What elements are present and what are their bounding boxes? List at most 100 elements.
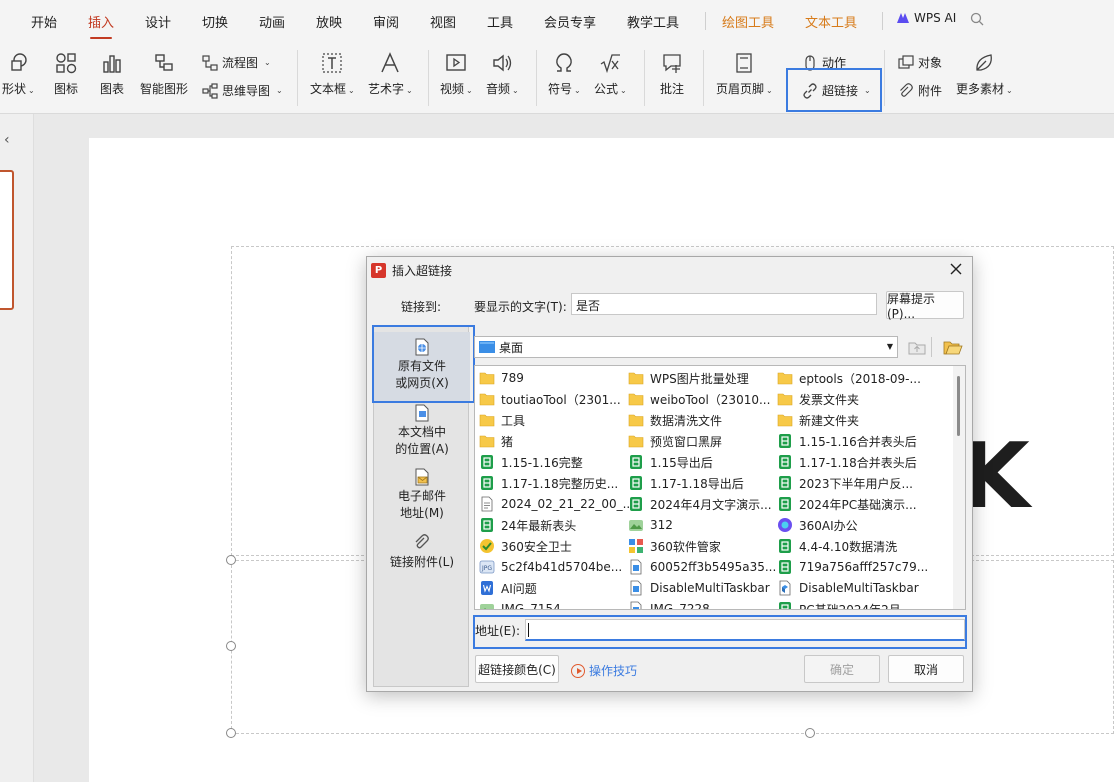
link-attachment[interactable]: 链接附件(L) <box>374 534 470 574</box>
file-item[interactable]: 360AI办公 <box>777 515 858 535</box>
audio-button[interactable]: 音频 ⌄ <box>486 52 519 97</box>
attachment-button[interactable]: 附件 <box>898 82 942 99</box>
ok-button[interactable]: 确定 <box>804 655 880 683</box>
folder-item[interactable]: 789 <box>479 368 524 388</box>
textbox-label: 文本框 <box>310 82 347 96</box>
folder-item[interactable]: 新建文件夹 <box>777 410 859 430</box>
file-list[interactable]: 789 WPS图片批量处理 eptools（2018-09-... toutiaoTo… <box>474 365 966 610</box>
file-item[interactable]: 1.15导出后 <box>628 452 713 472</box>
icon-button[interactable]: 图标 <box>54 52 78 97</box>
hyperlink-color-button[interactable]: 超链接颜色(C) <box>475 655 559 683</box>
more-material-button[interactable]: 更多素材 ⌄ <box>956 52 1013 97</box>
folder-item[interactable]: 预览窗口黑屏 <box>628 431 722 451</box>
operation-tips-link[interactable]: 操作技巧 <box>571 662 637 679</box>
file-item[interactable]: JPG 5c2f4b41d5704be... <box>479 557 622 577</box>
wps-ai-button[interactable]: WPS AI <box>896 11 956 25</box>
file-item[interactable]: DisableMultiTaskbar <box>777 578 919 598</box>
file-item[interactable]: 360安全卫士 <box>479 536 572 556</box>
display-text-input[interactable]: 是否 <box>571 293 877 315</box>
tab-tools[interactable]: 工具 <box>487 12 513 31</box>
tab-start[interactable]: 开始 <box>31 12 57 31</box>
shape-button[interactable]: 形状 ⌄ <box>2 52 35 97</box>
textbox-button[interactable]: 文本框 ⌄ <box>310 52 355 97</box>
search-icon[interactable] <box>970 12 984 26</box>
tab-drawing-tools[interactable]: 绘图工具 <box>722 12 774 31</box>
sheet-icon <box>630 455 642 469</box>
formula-button[interactable]: 公式 ⌄ <box>594 52 627 97</box>
file-item[interactable]: 60052ff3b5495a35... <box>628 557 776 577</box>
tab-slideshow[interactable]: 放映 <box>316 12 342 31</box>
resize-handle[interactable] <box>226 641 236 651</box>
folder-item[interactable]: WPS图片批量处理 <box>628 368 749 388</box>
screen-tip-button[interactable]: 屏幕提示(P)... <box>886 291 964 321</box>
scrollbar-thumb[interactable] <box>957 376 960 436</box>
comment-button[interactable]: 批注 <box>660 52 684 97</box>
cancel-button[interactable]: 取消 <box>888 655 964 683</box>
file-item[interactable]: 2024_02_21_22_00_... <box>479 494 634 514</box>
link-email-address[interactable]: 电子邮件 地址(M) <box>374 468 470 528</box>
operation-tips-label: 操作技巧 <box>589 664 638 678</box>
chart-button[interactable]: 图表 <box>100 52 124 97</box>
file-item[interactable]: 1.17-1.18合并表头后 <box>777 452 917 472</box>
symbol-button[interactable]: 符号 ⌄ <box>548 52 581 97</box>
file-name: 1.17-1.18完整历史... <box>501 476 619 491</box>
close-icon[interactable] <box>948 261 964 277</box>
file-item[interactable]: 1.17-1.18导出后 <box>628 473 744 493</box>
file-item[interactable]: 360软件管家 <box>628 536 721 556</box>
tab-insert[interactable]: 插入 <box>88 12 114 39</box>
tab-teaching-tools[interactable]: 教学工具 <box>627 12 679 31</box>
slide-thumbnail[interactable] <box>0 170 14 310</box>
tab-view[interactable]: 视图 <box>430 12 456 31</box>
object-button[interactable]: 对象 <box>898 54 942 71</box>
file-item[interactable]: AI问题 <box>479 578 537 598</box>
file-list-scrollbar[interactable] <box>953 366 965 609</box>
header-footer-button[interactable]: 页眉页脚 ⌄ <box>716 52 773 97</box>
file-item[interactable]: 1.15-1.16合并表头后 <box>777 431 917 451</box>
file-item[interactable]: 2024年PC基础演示... <box>777 494 917 514</box>
folder-item[interactable]: eptools（2018-09-... <box>777 368 921 388</box>
folder-item[interactable]: toutiaoTool（2301... <box>479 389 621 409</box>
file-item[interactable]: 312 <box>628 515 673 535</box>
ribbon-divider <box>884 50 885 106</box>
browse-folder-icon[interactable] <box>943 337 963 357</box>
file-item[interactable]: DisableMultiTaskbar <box>628 578 770 598</box>
tab-text-tools[interactable]: 文本工具 <box>805 12 857 31</box>
file-item[interactable]: 2024年4月文字演示... <box>628 494 772 514</box>
file-item[interactable]: 4.4-4.10数据清洗 <box>777 536 897 556</box>
up-folder-icon[interactable] <box>907 337 927 357</box>
smartart-button[interactable]: 智能图形 <box>140 52 188 97</box>
file-item[interactable]: 1.15-1.16完整 <box>479 452 583 472</box>
file-item[interactable]: 719a756afff257c79... <box>777 557 928 577</box>
file-item[interactable]: 1.17-1.18完整历史... <box>479 473 618 493</box>
folder-item[interactable]: 猪 <box>479 431 513 451</box>
look-in-dropdown[interactable]: 桌面 ▼ <box>474 336 898 358</box>
file-item[interactable]: IMG_7228 <box>628 599 710 609</box>
tab-member[interactable]: 会员专享 <box>544 12 596 31</box>
file-item[interactable]: IMG_7154 <box>479 599 561 609</box>
resize-handle[interactable] <box>226 728 236 738</box>
flowchart-button[interactable]: 流程图 ⌄ <box>202 54 271 71</box>
video-button[interactable]: 视频 ⌄ <box>440 52 473 97</box>
resize-handle[interactable] <box>226 555 236 565</box>
folder-item[interactable]: 发票文件夹 <box>777 389 859 409</box>
folder-icon <box>628 393 644 406</box>
file-item[interactable]: 2023下半年用户反... <box>777 473 913 493</box>
svg-text:JPG: JPG <box>481 565 492 572</box>
collapse-panel-icon[interactable]: ‹ <box>4 132 10 148</box>
tab-review[interactable]: 审阅 <box>373 12 399 31</box>
folder-item[interactable]: 工具 <box>479 410 525 430</box>
resize-handle[interactable] <box>805 728 815 738</box>
file-item[interactable]: PC基础2024年2月 <box>777 599 901 609</box>
wordart-button[interactable]: 艺术字 ⌄ <box>368 52 413 97</box>
ribbon-divider <box>536 50 537 106</box>
mindmap-button[interactable]: 思维导图 ⌄ <box>202 82 283 99</box>
tab-animation[interactable]: 动画 <box>259 12 285 31</box>
file-item[interactable]: 24年最新表头 <box>479 515 576 535</box>
folder-item[interactable]: weiboTool（23010... <box>628 389 770 409</box>
folder-item[interactable]: 数据清洗文件 <box>628 410 722 430</box>
tab-transition[interactable]: 切换 <box>202 12 228 31</box>
chart-label: 图表 <box>100 82 125 96</box>
file-name: 猪 <box>501 434 514 449</box>
link-place-in-document[interactable]: 本文档中 的位置(A) <box>374 404 470 464</box>
tab-design[interactable]: 设计 <box>145 12 171 31</box>
